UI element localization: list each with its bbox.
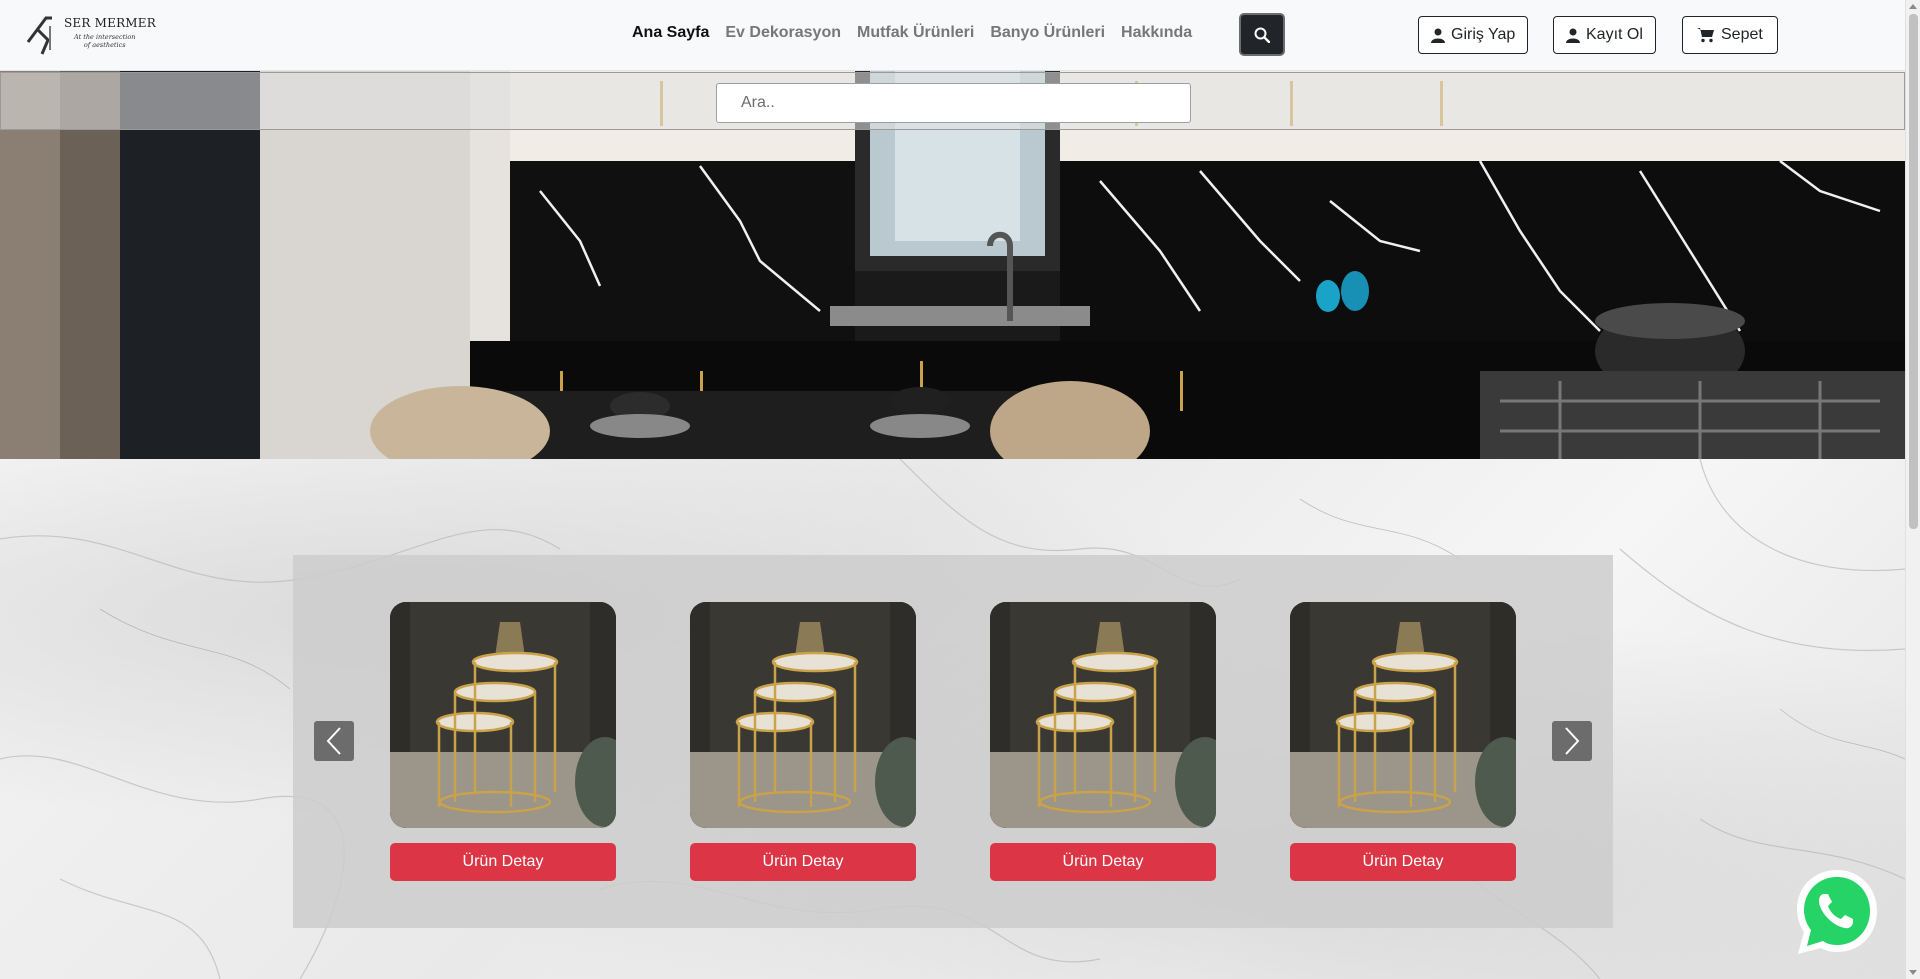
whatsapp-button[interactable] <box>1789 864 1885 960</box>
product-card: Ürün Detay <box>690 602 916 881</box>
brand-logo[interactable]: SER MERMER At the intersection of aesthe… <box>24 12 156 56</box>
main-nav: Ana Sayfa Ev Dekorasyon Mutfak Ürünleri … <box>632 24 1208 42</box>
page-scrollbar[interactable] <box>1905 0 1920 979</box>
login-button[interactable]: Giriş Yap <box>1418 16 1529 54</box>
product-detail-button[interactable]: Ürün Detay <box>1290 843 1516 881</box>
product-carousel: Ürün Detay Ürün Detay Ürün Detay Ürün De… <box>293 555 1613 928</box>
carousel-next-button[interactable] <box>1552 721 1592 761</box>
product-detail-button[interactable]: Ürün Detay <box>390 843 616 881</box>
product-detail-button[interactable]: Ürün Detay <box>690 843 916 881</box>
product-detail-button[interactable]: Ürün Detay <box>990 843 1216 881</box>
search-toggle-button[interactable] <box>1239 13 1285 56</box>
scroll-up-arrow-icon[interactable] <box>1909 4 1917 9</box>
nav-item-ana-sayfa[interactable]: Ana Sayfa <box>632 24 709 42</box>
nav-item-mutfak-urunleri[interactable]: Mutfak Ürünleri <box>857 24 974 42</box>
cart-label: Sepet <box>1721 26 1763 43</box>
user-icon <box>1431 28 1445 43</box>
scroll-down-arrow-icon[interactable] <box>1909 970 1917 975</box>
search-input[interactable] <box>716 83 1191 123</box>
top-navbar: SER MERMER At the intersection of aesthe… <box>0 0 1905 71</box>
cart-icon <box>1697 28 1714 43</box>
nav-item-hakkinda[interactable]: Hakkında <box>1121 24 1192 42</box>
search-bar <box>0 72 1905 130</box>
carousel-prev-button[interactable] <box>314 721 354 761</box>
chevron-left-icon <box>326 727 341 755</box>
login-label: Giriş Yap <box>1451 26 1516 43</box>
user-icon <box>1566 28 1580 43</box>
scrollbar-thumb[interactable] <box>1909 14 1918 529</box>
product-image[interactable] <box>1290 602 1516 828</box>
product-card: Ürün Detay <box>390 602 616 881</box>
product-card: Ürün Detay <box>1290 602 1516 881</box>
register-label: Kayıt Ol <box>1586 26 1643 43</box>
nav-item-ev-dekorasyon[interactable]: Ev Dekorasyon <box>725 24 841 42</box>
product-image[interactable] <box>990 602 1216 828</box>
product-image[interactable] <box>690 602 916 828</box>
brand-tagline: At the intersection of aesthetics <box>74 33 135 49</box>
brand-tagline-line2: of aesthetics <box>83 41 126 49</box>
nav-item-banyo-urunleri[interactable]: Banyo Ürünleri <box>990 24 1105 42</box>
product-image[interactable] <box>390 602 616 828</box>
brand-name: SER MERMER <box>64 16 156 30</box>
register-button[interactable]: Kayıt Ol <box>1553 16 1656 54</box>
brand-tagline-line1: At the intersection <box>74 33 136 41</box>
product-card: Ürün Detay <box>990 602 1216 881</box>
brand-logo-mark-icon <box>26 16 52 55</box>
cart-button[interactable]: Sepet <box>1682 16 1778 54</box>
chevron-right-icon <box>1565 727 1580 755</box>
whatsapp-icon <box>1797 870 1877 954</box>
search-icon <box>1254 27 1270 43</box>
